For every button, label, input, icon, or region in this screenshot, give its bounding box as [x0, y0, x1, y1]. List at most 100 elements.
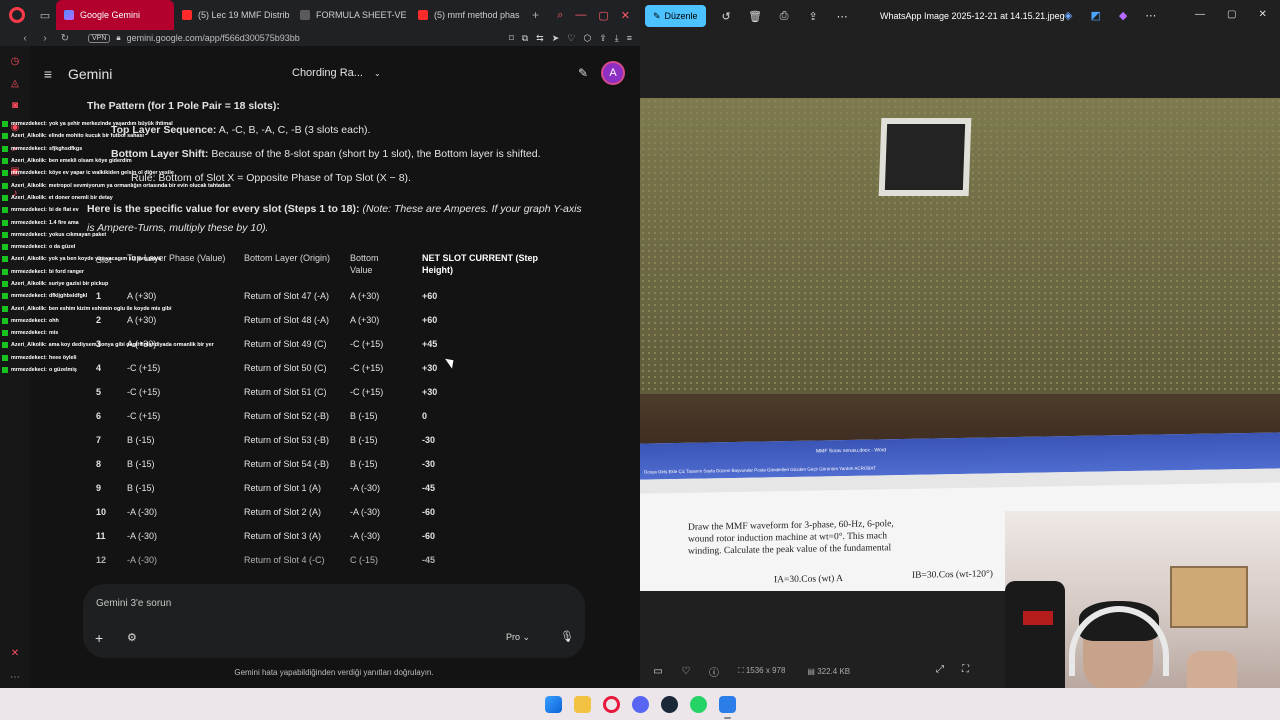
table-cell: B (-15) [350, 411, 378, 421]
table-cell: Return of Slot 53 (-B) [244, 435, 330, 445]
opera-browser-icon[interactable] [602, 695, 620, 720]
start-icon[interactable] [544, 695, 562, 713]
close-icon[interactable]: ✕ [621, 9, 630, 22]
table-cell: 6 [96, 411, 102, 421]
opera-logo-icon[interactable] [6, 4, 28, 26]
prompt-input[interactable]: Gemini 3'e sorun [96, 598, 171, 609]
storage-icon: ▤ [807, 666, 818, 676]
history-icon[interactable]: ◷ [0, 50, 30, 72]
conversation-title: Chording Ra... [292, 67, 363, 79]
discord-icon[interactable] [631, 695, 649, 713]
url-field[interactable]: gemini.google.com/app/f566d300575b93bb [127, 33, 300, 43]
microphone-icon[interactable]: 🎙︎ [560, 630, 574, 643]
send-icon[interactable]: ➤ [552, 33, 560, 44]
more-options-icon[interactable]: ⋯ [828, 10, 857, 23]
print-icon[interactable]: ⎙ [770, 10, 799, 23]
table-cell: Return of Slot 1 (A) [244, 483, 322, 493]
back-icon[interactable]: ‹ [16, 33, 34, 44]
heart-icon[interactable]: ♡ [567, 33, 575, 44]
dimensions-icon: ⛶ [738, 666, 746, 675]
new-tab-icon[interactable]: + [532, 8, 539, 22]
tab-lecture-video[interactable]: (5) Lec 19 MMF Distrib [174, 0, 292, 30]
table-cell: -60 [422, 507, 436, 517]
prompt-box[interactable]: Gemini 3'e sorun + ⚙︎ Pro ⌄ 🎙︎ [83, 584, 585, 658]
hamburger-menu-icon[interactable]: ≡ [30, 66, 66, 82]
fit-icon[interactable]: ⤢ [936, 664, 944, 675]
table-cell: -30 [422, 435, 436, 445]
chat-badge-icon [2, 256, 8, 263]
tab-label: (5) mmf method phas [434, 10, 520, 20]
table-cell: 9 [96, 483, 102, 493]
add-file-icon[interactable]: + [95, 630, 103, 646]
viewer-menu-icon[interactable]: ⋯ [1145, 9, 1156, 22]
photo-doc-line: wound rotor induction machine at wt=0°. … [688, 531, 887, 545]
reload-icon[interactable]: ↻ [56, 33, 74, 44]
whatsapp-icon[interactable] [689, 695, 707, 713]
browser-window: ▭ Google Gemini (5) Lec 19 MMF Distrib F… [0, 0, 640, 688]
download-icon[interactable]: ⤓ [615, 33, 619, 44]
edit-button[interactable]: ✎ Düzenle [645, 5, 706, 27]
messenger-icon[interactable]: ◙ [0, 94, 30, 116]
file-explorer-icon[interactable] [573, 695, 591, 713]
photo-doc-equation-a: IA=30.Cos (wt) A [774, 574, 843, 586]
share-icon[interactable]: ⇪ [799, 10, 828, 23]
chat-username: mrmezdekeci: [11, 145, 47, 152]
steam-icon[interactable] [660, 695, 678, 713]
chat-text: ohh [48, 317, 59, 324]
model-selector[interactable]: Pro ⌄ [506, 632, 530, 643]
rotate-icon[interactable]: ↺ [712, 10, 741, 23]
fullscreen-icon[interactable]: ⛶ [962, 664, 969, 675]
clipchamp-icon[interactable]: ◆ [1119, 9, 1127, 22]
maximize-icon[interactable]: ▢ [1227, 9, 1236, 20]
chat-badge-icon [2, 133, 8, 140]
address-bar: ‹ › ↻ VPN 🔒︎ gemini.google.com/app/f566d… [0, 30, 640, 46]
chat-message: Azeri_Alkolik: metropol sevmiyorum ya orm… [2, 179, 252, 191]
table-row: 9 B (-15) Return of Slot 1 (A) -A (-30) -45 [87, 483, 582, 507]
vpn-badge[interactable]: VPN [88, 33, 111, 43]
maximize-icon[interactable]: ▢ [598, 9, 608, 22]
bookmark-icon[interactable]: ⌑ [509, 33, 514, 44]
share-icon[interactable]: ⇪ [599, 33, 607, 44]
chat-username: Azeri_Alkolik: [11, 305, 47, 312]
favorite-icon[interactable]: ♡ [672, 666, 700, 677]
tab-overview-icon[interactable]: ▭ [34, 4, 56, 26]
table-cell: -C (+15) [350, 387, 384, 397]
sidebar-settings-icon[interactable]: ✕ [0, 642, 30, 664]
conversation-title-dropdown[interactable]: Chording Ra... ⌄ [292, 67, 381, 79]
chat-message: mrmezdekeci: sfjkghsdfkgs [2, 143, 252, 155]
new-chat-icon[interactable]: ✎ [578, 66, 588, 80]
forward-icon[interactable]: › [36, 33, 54, 44]
tab-mmf-method[interactable]: (5) mmf method phas [410, 0, 528, 30]
minimize-icon[interactable]: — [575, 9, 586, 22]
chat-text: sfjkghsdfkgs [48, 145, 83, 152]
aria-icon[interactable]: ◬ [0, 72, 30, 94]
snapshot-icon[interactable]: ⧉ [522, 33, 528, 44]
extensions-icon[interactable]: ⬡ [583, 33, 591, 44]
table-cell: Return of Slot 54 (-B) [244, 459, 330, 469]
lock-icon: 🔒︎ [116, 33, 121, 42]
chat-text: elinde mohito kucuk bir futbol sahası [48, 133, 144, 140]
tab-formula-sheet[interactable]: FORMULA SHEET-VE [292, 0, 410, 30]
table-cell: Return of Slot 52 (-B) [244, 411, 330, 421]
tools-icon[interactable]: ⚙︎ [127, 631, 137, 644]
avatar[interactable]: A [601, 61, 625, 85]
designer-icon[interactable]: ◩ [1090, 9, 1100, 22]
photos-icon[interactable] [718, 695, 736, 719]
tab-google-gemini[interactable]: Google Gemini [56, 0, 174, 30]
file-name: WhatsApp Image 2025-12-21 at 14.15.21.jp… [880, 11, 1065, 21]
webcam-gaming-chair [1005, 581, 1065, 688]
copilot-icon[interactable]: ◈ [1064, 9, 1072, 22]
table-cell: 0 [422, 411, 428, 421]
youtube-favicon-icon [182, 10, 192, 20]
info-icon[interactable]: ⓘ [700, 664, 728, 679]
menu-icon[interactable]: ≡ [627, 33, 632, 44]
chat-username: mrmezdekeci: [11, 121, 47, 128]
delete-icon[interactable]: 🗑︎ [741, 10, 770, 23]
table-cell: Return of Slot 2 (A) [244, 507, 322, 517]
filmstrip-icon[interactable]: ▭ [644, 666, 672, 677]
translate-icon[interactable]: ⇆ [536, 33, 544, 44]
close-icon[interactable]: ✕ [1258, 9, 1266, 20]
search-tabs-icon[interactable]: ⌕ [557, 9, 563, 22]
minimize-icon[interactable]: — [1195, 9, 1205, 20]
table-cell: Return of Slot 50 (C) [244, 363, 327, 373]
